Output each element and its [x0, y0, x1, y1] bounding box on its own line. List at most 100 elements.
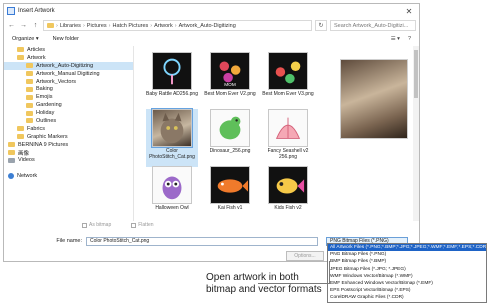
- nav-item[interactable]: BERNINA 9 Pictures: [4, 141, 133, 149]
- file-tile[interactable]: Baby Rattle AD256.png: [146, 52, 198, 110]
- scrollbar[interactable]: [413, 46, 419, 221]
- help-icon[interactable]: ?: [408, 36, 411, 42]
- up-arrow-icon[interactable]: ↑: [31, 20, 40, 31]
- file-type-option[interactable]: BMP Bitmap Files (*.BMP): [328, 258, 486, 265]
- nav-item[interactable]: Outlines: [4, 117, 133, 125]
- nav-item[interactable]: Baking: [4, 85, 133, 93]
- folder-icon: [26, 71, 33, 77]
- nav-item-label: Artwork_Auto-Digitizing: [36, 62, 94, 69]
- file-type-option[interactable]: WMF Windows Vector/Bitmap (*.WMF): [328, 273, 486, 280]
- file-label: Color PhotoStitch_Cat.png: [149, 148, 195, 160]
- nav-item[interactable]: Emojis: [4, 93, 133, 101]
- file-tile[interactable]: Kids Fish v2: [262, 166, 314, 224]
- file-tile[interactable]: Kai Fish v1: [204, 166, 256, 224]
- nav-item-label: BERNINA 9 Pictures: [18, 141, 69, 148]
- folder-icon: [26, 94, 33, 100]
- file-tile[interactable]: Best Mom Ever V3.png: [262, 52, 314, 110]
- nav-item[interactable]: Gardening: [4, 101, 133, 109]
- preview-image: [340, 59, 408, 139]
- nav-item[interactable]: Artwork_Vectors: [4, 78, 133, 86]
- thumbnail-art: [275, 61, 301, 84]
- view-options-icon[interactable]: ☰ ▾: [391, 36, 400, 42]
- file-tile[interactable]: Fancy Seashell v2 256.png: [262, 109, 314, 167]
- as-bitmap-checkbox[interactable]: As bitmap: [82, 222, 111, 228]
- caption: Open artwork in both bitmap and vector f…: [206, 272, 322, 296]
- thumbnail-art: [219, 116, 241, 140]
- file-label: Baby Rattle AD256.png: [146, 91, 198, 97]
- thumbnail-art: [162, 176, 182, 200]
- thumbnail-art: [276, 178, 305, 194]
- options-button[interactable]: Options...: [286, 251, 324, 261]
- file-label: Best Mom Ever V3.png: [262, 91, 314, 97]
- thumbnail-art: [160, 112, 184, 144]
- file-label: Fancy Seashell v2 256.png: [267, 148, 309, 160]
- organize-button[interactable]: Organize ▾: [12, 36, 39, 42]
- folder-icon: [17, 134, 24, 140]
- nav-item[interactable]: [4, 164, 133, 172]
- folder-icon: [26, 118, 33, 124]
- forward-arrow-icon[interactable]: →: [19, 20, 28, 31]
- breadcrumb-libraries[interactable]: Libraries: [60, 23, 81, 29]
- insert-artwork-dialog: Insert Artwork ✕ ← → ↑ › Libraries › Pic…: [3, 3, 420, 262]
- nav-item[interactable]: Artwork_Manual Digitizing: [4, 70, 133, 78]
- back-arrow-icon[interactable]: ←: [7, 20, 16, 31]
- file-type-option[interactable]: EMF Enhanced Windows Vector/Bitmap (*.EM…: [328, 280, 486, 287]
- search-input[interactable]: Search Artwork_Auto-Digitizi...: [330, 20, 416, 31]
- app-icon: [7, 7, 15, 15]
- nav-item-label: Artwork_Vectors: [36, 78, 77, 85]
- nav-item[interactable]: Holiday: [4, 109, 133, 117]
- breadcrumb-pictures[interactable]: Pictures: [87, 23, 107, 29]
- breadcrumb-auto-digitizing[interactable]: Artwork_Auto-Digitizing: [179, 23, 236, 29]
- folder-icon: [17, 47, 24, 53]
- import-options: As bitmap Flatten: [82, 222, 154, 228]
- breadcrumb[interactable]: › Libraries › Pictures › Hatch Pictures …: [43, 20, 312, 31]
- nav-item[interactable]: 画像: [4, 149, 133, 157]
- nav-item[interactable]: Network: [4, 172, 133, 180]
- nav-item[interactable]: Fabrics: [4, 125, 133, 133]
- nav-item-label: Fabrics: [27, 125, 46, 132]
- file-name-input[interactable]: Color PhotoStitch_Cat.png: [86, 236, 318, 246]
- file-type-dropdown: All Artwork Files (*.PNG;*.BMP;*.JPG;*.J…: [327, 243, 487, 303]
- folder-icon: [8, 142, 15, 148]
- file-thumbnail: [152, 52, 192, 90]
- breadcrumb-hatch-pictures[interactable]: Hatch Pictures: [113, 23, 149, 29]
- title-bar: Insert Artwork ✕: [4, 4, 419, 18]
- thumbnail-art: [275, 117, 301, 139]
- file-type-option[interactable]: CorelDRAW Graphic Files (*.CDR): [328, 294, 486, 301]
- nav-item[interactable]: Artwork: [4, 54, 133, 62]
- file-thumbnail: [210, 109, 250, 147]
- file-type-option[interactable]: All Artwork Files (*.PNG;*.BMP;*.JPG;*.J…: [328, 244, 486, 252]
- nav-item-label: Artwork_Manual Digitizing: [36, 70, 100, 77]
- file-type-option[interactable]: JPEG Bitmap Files (*.JPG; *.JPEG): [328, 266, 486, 273]
- file-name-label: File name:: [56, 238, 82, 244]
- nav-item-label: Outlines: [36, 117, 57, 124]
- folder-icon: [47, 23, 54, 28]
- close-icon[interactable]: ✕: [399, 4, 419, 18]
- folder-icon: [26, 110, 33, 116]
- command-bar: Organize ▾ New folder ☰ ▾ ?: [4, 33, 419, 45]
- nav-item[interactable]: Videos: [4, 156, 133, 164]
- refresh-icon[interactable]: ↻: [315, 20, 327, 31]
- nav-item-label: Emojis: [36, 94, 53, 101]
- network-icon: [8, 173, 14, 180]
- file-tile[interactable]: Dinosaur_256.png: [204, 109, 256, 167]
- flatten-checkbox[interactable]: Flatten: [131, 222, 154, 228]
- new-folder-button[interactable]: New folder: [53, 36, 79, 42]
- file-type-option[interactable]: EPS Postscript Vector/Bitmap (*.EPS): [328, 287, 486, 294]
- caption-line-2: bitmap and vector formats: [206, 284, 322, 295]
- nav-item-label: Baking: [36, 86, 53, 93]
- file-tile[interactable]: Halloween Owl: [146, 166, 198, 224]
- file-tile[interactable]: MOM Best Mom Ever V2.png: [204, 52, 256, 110]
- breadcrumb-artwork[interactable]: Artwork: [154, 23, 173, 29]
- file-label: Kids Fish v2: [274, 205, 302, 211]
- nav-item[interactable]: Graphic Markers: [4, 133, 133, 141]
- file-type-option[interactable]: PNG Bitmap Files (*.PNG): [328, 251, 486, 258]
- scrollbar-thumb[interactable]: [414, 50, 418, 98]
- file-label: Kai Fish v1: [217, 205, 243, 211]
- nav-item[interactable]: Artwork_Auto-Digitizing: [4, 61, 133, 70]
- nav-item-label: Graphic Markers: [27, 133, 68, 140]
- file-thumbnail: [210, 166, 250, 204]
- folder-icon: [26, 79, 33, 84]
- file-tile[interactable]: Color PhotoStitch_Cat.png: [146, 108, 198, 167]
- nav-item[interactable]: Articles: [4, 46, 133, 54]
